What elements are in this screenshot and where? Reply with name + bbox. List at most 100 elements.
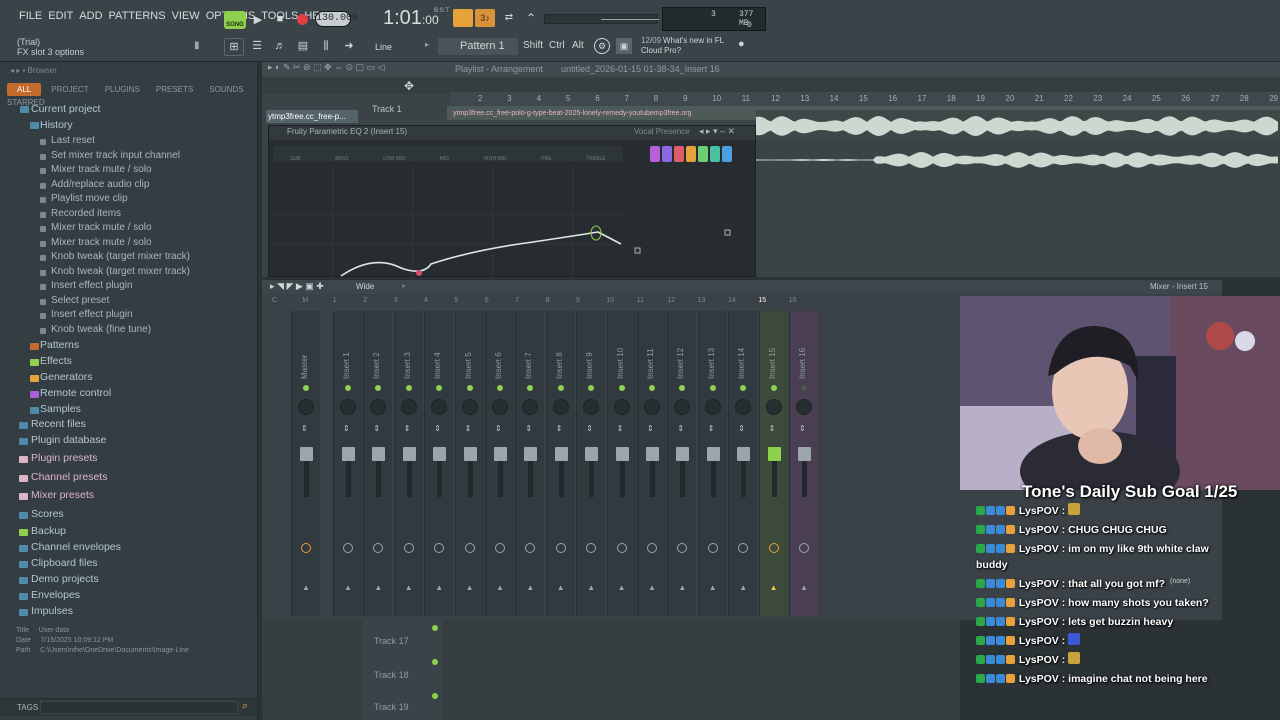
mixer-track-number[interactable]: 6 (485, 297, 489, 304)
menu-add[interactable]: ADD (76, 10, 105, 26)
route-arrow-icon[interactable]: ▲ (526, 583, 534, 592)
chat-user[interactable]: LysPOV (1019, 524, 1059, 536)
menu-view[interactable]: VIEW (169, 10, 203, 26)
browser-folder[interactable]: Demo projects (31, 573, 99, 588)
send-knob[interactable] (586, 543, 597, 553)
mixer-mode-arrow[interactable]: ▸ (402, 281, 406, 290)
send-knob[interactable] (525, 543, 536, 553)
clip-tab[interactable]: ytmp3free.cc_free-p... (266, 110, 358, 123)
history-item[interactable]: Mixer track mute / solo (51, 164, 152, 179)
tab-project[interactable]: PROJECT (51, 85, 88, 94)
mixer-track-number[interactable]: 4 (424, 297, 428, 304)
stereo-icon[interactable]: ⇕ (647, 424, 654, 433)
prev-pattern-icon[interactable]: ▸ (425, 40, 433, 54)
band-sub[interactable]: SUB (290, 156, 300, 162)
route-arrow-icon[interactable]: ▲ (618, 583, 626, 592)
route-arrow-icon[interactable]: ▲ (587, 583, 595, 592)
send-knob[interactable] (403, 543, 414, 553)
stereo-icon[interactable]: ⇕ (556, 424, 563, 433)
menu-file[interactable]: FILE (16, 10, 45, 26)
alt-key[interactable]: Alt (572, 40, 584, 51)
browser-folder[interactable]: Mixer presets (31, 489, 94, 504)
chat-user[interactable]: LysPOV (1019, 543, 1059, 555)
band-mid[interactable]: MID (440, 156, 449, 162)
browser-folder[interactable]: Scores (31, 508, 64, 523)
mixer-strip[interactable]: Insert 15 ⇕ ▲ (758, 311, 788, 616)
history-item[interactable]: Insert effect plugin (51, 280, 133, 295)
send-knob[interactable] (677, 543, 688, 553)
stereo-icon[interactable]: ⇕ (404, 424, 411, 433)
chat-user[interactable]: LysPOV (1019, 635, 1059, 647)
strip-mute-led[interactable] (436, 385, 443, 391)
shift-key[interactable]: Shift (523, 40, 543, 51)
browser-folder[interactable]: Impulses (31, 605, 73, 620)
pan-knob[interactable] (674, 399, 691, 415)
band-4-icon[interactable] (686, 146, 696, 162)
browser-folder[interactable]: Plugin presets (31, 452, 98, 467)
strip-mute-led[interactable] (740, 385, 747, 391)
chat-user[interactable]: LysPOV (1019, 654, 1059, 666)
playlist-view-icon[interactable]: ⊞ (224, 38, 244, 56)
pan-knob[interactable] (461, 399, 478, 415)
pan-knob[interactable] (613, 399, 630, 415)
search-icon[interactable]: ⌕ (242, 700, 248, 713)
route-arrow-icon[interactable]: ▲ (302, 583, 310, 592)
chat-user[interactable]: LysPOV (1019, 673, 1059, 685)
mixer-track-number[interactable]: 1 (333, 297, 337, 304)
pan-knob[interactable] (370, 399, 387, 415)
band-2-icon[interactable] (662, 146, 672, 162)
pattern-selector[interactable]: Pattern 1 (438, 38, 518, 55)
route-arrow-icon[interactable]: ▲ (800, 583, 808, 592)
send-knob[interactable] (616, 543, 627, 553)
mixer-strip[interactable]: Insert 16 ⇕ ▲ (789, 311, 818, 616)
mixer-strip[interactable]: Insert 9 ⇕ ▲ (576, 311, 606, 616)
route-arrow-icon[interactable]: ▲ (678, 583, 686, 592)
send-knob[interactable] (555, 543, 566, 553)
history-item[interactable]: Knob tweak (target mixer track) (51, 266, 190, 281)
mixer-track-number[interactable]: 2 (363, 297, 367, 304)
pan-knob[interactable] (735, 399, 752, 415)
mixer-track-number[interactable]: 8 (546, 297, 550, 304)
wait-input-icon[interactable]: 3♪ (475, 9, 495, 27)
tab-presets[interactable]: PRESETS (156, 85, 193, 94)
send-knob[interactable] (301, 543, 311, 553)
stereo-icon[interactable]: ⇕ (769, 424, 776, 433)
eq-preset[interactable]: Vocal Presence (634, 127, 690, 136)
strip-mute-led[interactable] (709, 385, 716, 391)
history-item[interactable]: Knob tweak (target mixer track) (51, 251, 190, 266)
volume-fader[interactable] (402, 447, 416, 461)
volume-fader[interactable] (706, 447, 720, 461)
route-arrow-icon[interactable]: ▲ (496, 583, 504, 592)
eq-window-controls[interactable]: ◂ ▸ ▾ – ✕ (699, 126, 735, 137)
pan-knob[interactable] (704, 399, 721, 415)
mixer-track-number[interactable]: 14 (728, 297, 736, 304)
stereo-icon[interactable]: ⇕ (708, 424, 715, 433)
strip-mute-led[interactable] (303, 385, 309, 391)
strip-mute-led[interactable] (405, 385, 412, 391)
band-6-icon[interactable] (710, 146, 720, 162)
band-treble[interactable]: TREBLE (586, 156, 605, 162)
play-button[interactable]: ▶ (248, 9, 268, 29)
volume-fader[interactable] (615, 447, 629, 461)
mixer-track-number[interactable]: C (272, 297, 277, 304)
mixer-tools-icon[interactable]: ▸ ◥ ◤ ▶ ▣ ✚ (270, 281, 324, 292)
strip-mute-led[interactable] (557, 385, 564, 391)
band-3-icon[interactable] (674, 146, 684, 162)
strip-mute-led[interactable] (345, 385, 351, 391)
stereo-icon[interactable]: ⇕ (495, 424, 502, 433)
history-item[interactable]: Knob tweak (fine tune) (51, 324, 151, 339)
song-mode-toggle[interactable]: SONG (224, 11, 246, 29)
project-folder[interactable]: Generators (40, 371, 93, 386)
pan-knob[interactable] (644, 399, 660, 415)
stereo-icon[interactable]: ⇕ (799, 424, 806, 433)
tree-current-project[interactable]: Current project (31, 103, 100, 118)
tab-sounds[interactable]: SOUNDS (209, 85, 243, 94)
volume-fader[interactable] (342, 447, 355, 461)
browser-folder[interactable]: Channel envelopes (31, 541, 121, 556)
pan-knob[interactable] (522, 399, 539, 415)
volume-fader[interactable] (524, 447, 538, 461)
stop-button[interactable]: ■ (270, 9, 290, 29)
stereo-icon[interactable]: ⇕ (738, 424, 745, 433)
mixer-strip[interactable]: Insert 14 ⇕ ▲ (728, 311, 758, 616)
volume-fader[interactable] (433, 447, 447, 461)
